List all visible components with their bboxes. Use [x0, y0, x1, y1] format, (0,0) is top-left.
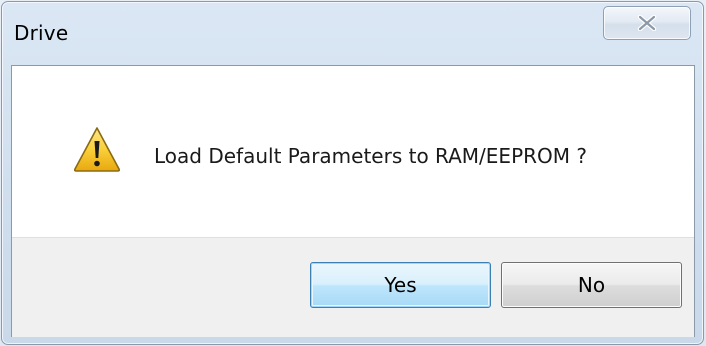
window-title: Drive	[14, 21, 69, 45]
dialog-body: Load Default Parameters to RAM/EEPROM ? …	[11, 65, 695, 337]
dialog-window: Drive Load Default Parameters to RAM/EEP…	[1, 1, 704, 345]
message-area: Load Default Parameters to RAM/EEPROM ?	[12, 66, 694, 237]
close-button[interactable]	[603, 6, 691, 40]
dialog-message: Load Default Parameters to RAM/EEPROM ?	[154, 144, 587, 168]
warning-icon	[73, 127, 121, 172]
title-bar[interactable]: Drive	[2, 2, 703, 64]
close-icon	[637, 15, 657, 31]
yes-button[interactable]: Yes	[310, 262, 491, 308]
no-button[interactable]: No	[501, 262, 682, 308]
button-bar: Yes No	[12, 237, 694, 337]
